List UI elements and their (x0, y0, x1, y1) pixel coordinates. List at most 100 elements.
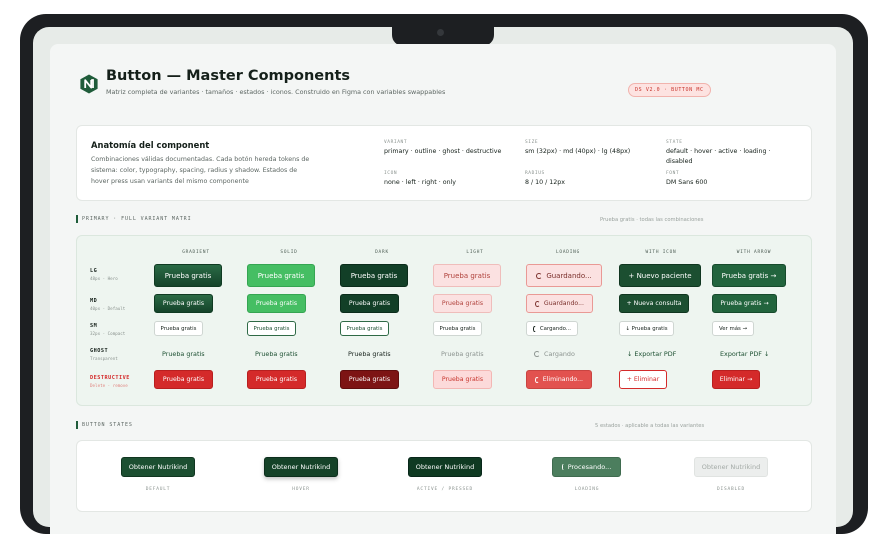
states-heading: BUTTON STATES (82, 422, 133, 428)
state-caption: DISABLED (716, 487, 746, 492)
state-caption: HOVER (292, 487, 310, 492)
camera-notch (392, 24, 494, 46)
prop-label: SIZE (525, 140, 539, 145)
row-sublabel: 32px · Compact (90, 331, 126, 336)
btn-md-solid[interactable]: Prueba gratis (247, 294, 306, 313)
btn-sm-solid[interactable]: Prueba gratis (247, 321, 296, 336)
btn-sm-gradient[interactable]: Prueba gratis (154, 321, 203, 336)
btn-lg-light[interactable]: Prueba gratis (433, 264, 501, 287)
col-gradient: GRADIENT (182, 250, 210, 255)
row-label-md: MD 40px · Default (90, 298, 125, 311)
prop-label: VARIANT (384, 140, 408, 145)
btn-lg-with-arrow[interactable]: Prueba gratis → (712, 264, 786, 287)
prop-value: 8 / 10 / 12px (525, 179, 566, 186)
prop-state: STATE default · hover · active · loading… (666, 140, 776, 166)
btn-lg-dark[interactable]: Prueba gratis (340, 264, 408, 287)
version-badge: DS V2.0 · BUTTON MC (628, 83, 711, 97)
state-default-button[interactable]: Obtener Nutrikind (121, 457, 195, 477)
btn-sm-light[interactable]: Prueba gratis (433, 321, 482, 336)
btn-destructive-with-arrow[interactable]: Eliminar → (712, 370, 760, 389)
btn-destructive-loading[interactable]: Eliminando... (526, 370, 592, 389)
btn-label: Guardando... (543, 300, 584, 307)
anatomy-title: Anatomía del component (91, 140, 210, 150)
btn-sm-with-icon[interactable]: ↓ Prueba gratis (619, 321, 674, 336)
design-canvas: Button — Master Components Matriz comple… (50, 44, 836, 534)
spinner-icon (536, 272, 543, 279)
btn-lg-gradient[interactable]: Prueba gratis (154, 264, 222, 287)
prop-label: RADIUS (525, 171, 545, 176)
col-with-icon: WITH ICON (645, 250, 677, 255)
spinner-icon (535, 300, 540, 307)
btn-sm-dark[interactable]: Prueba gratis (340, 321, 389, 336)
camera-icon (437, 29, 444, 36)
col-dark: DARK (375, 250, 389, 255)
prop-font: FONT DM Sans 600 (666, 171, 776, 188)
btn-ghost-with-icon[interactable]: ↓ Exportar PDF (625, 348, 678, 360)
btn-destructive-light[interactable]: Prueba gratis (433, 370, 492, 389)
btn-lg-loading[interactable]: Guardando... (526, 264, 602, 287)
btn-md-light[interactable]: Prueba gratis (433, 294, 492, 313)
btn-label: Eliminando... (542, 376, 583, 383)
prop-icon: ICON none · left · right · only (384, 171, 519, 188)
state-caption: ACTIVE / PRESSED (416, 487, 474, 492)
prop-value: DM Sans 600 (666, 179, 708, 186)
btn-ghost-loading[interactable]: Cargando (532, 348, 577, 360)
state-caption: DEFAULT (145, 487, 171, 492)
page-title: Button — Master Components (106, 68, 351, 84)
row-label-destructive: DESTRUCTIVE Delete · remove (90, 375, 130, 388)
btn-ghost-solid[interactable]: Prueba gratis (253, 348, 300, 360)
btn-destructive-dark[interactable]: Prueba gratis (340, 370, 399, 389)
btn-destructive-with-icon[interactable]: + Eliminar (619, 370, 667, 389)
spinner-icon (561, 464, 564, 470)
btn-label: Cargando (544, 350, 575, 358)
section-marker (76, 215, 78, 223)
btn-ghost-dark[interactable]: Prueba gratis (346, 348, 393, 360)
btn-md-gradient[interactable]: Prueba gratis (154, 294, 213, 313)
prop-value: default · hover · active · loading · dis… (666, 148, 771, 165)
btn-md-with-arrow[interactable]: Prueba gratis → (712, 294, 777, 313)
prop-size: SIZE sm (32px) · md (40px) · lg (48px) (525, 140, 660, 157)
btn-md-with-icon[interactable]: + Nueva consulta (619, 294, 689, 313)
btn-label: Procesando... (567, 463, 612, 471)
row-label: GHOST (90, 348, 109, 354)
row-label: LG (90, 268, 98, 274)
btn-ghost-light[interactable]: Prueba gratis (439, 348, 486, 360)
btn-ghost-with-arrow[interactable]: Exportar PDF ↓ (718, 348, 771, 360)
prop-variant: VARIANT primary · outline · ghost · dest… (384, 140, 519, 157)
state-active-button[interactable]: Obtener Nutrikind (408, 457, 482, 477)
prop-label: ICON (384, 171, 398, 176)
matrix-note: Prueba gratis · todas las combinaciones (600, 217, 704, 223)
btn-lg-with-icon[interactable]: + Nuevo paciente (619, 264, 701, 287)
btn-destructive-solid[interactable]: Prueba gratis (247, 370, 306, 389)
btn-ghost-gradient[interactable]: Prueba gratis (160, 348, 207, 360)
prop-value: primary · outline · ghost · destructive (384, 148, 502, 155)
btn-lg-solid[interactable]: Prueba gratis (247, 264, 315, 287)
states-note: 5 estados · aplicable a todas las varian… (595, 423, 705, 429)
states-card: Obtener Nutrikind DEFAULT Obtener Nutrik… (76, 440, 812, 512)
col-light: LIGHT (466, 250, 484, 255)
row-label: MD (90, 298, 98, 304)
prop-value: sm (32px) · md (40px) · lg (48px) (525, 148, 631, 155)
spinner-icon (534, 351, 540, 357)
btn-label: Cargando... (539, 325, 571, 332)
state-caption: LOADING (574, 487, 600, 492)
btn-md-loading[interactable]: Guardando... (526, 294, 593, 313)
col-loading: LOADING (555, 250, 581, 255)
row-label-ghost: GHOST Transparent (90, 348, 118, 361)
btn-sm-with-arrow[interactable]: Ver más → (712, 321, 754, 336)
col-solid: SOLID (280, 250, 298, 255)
state-loading-button[interactable]: Procesando... (552, 457, 621, 477)
btn-label: Guardando... (546, 271, 592, 280)
section-marker (76, 421, 78, 429)
btn-sm-loading[interactable]: Cargando... (526, 321, 578, 336)
row-sublabel: Delete · remove (90, 383, 128, 388)
state-hover-button[interactable]: Obtener Nutrikind (264, 457, 338, 477)
col-with-arrow: WITH ARROW (736, 250, 772, 255)
btn-md-dark[interactable]: Prueba gratis (340, 294, 399, 313)
anatomy-description: Combinaciones válidas documentadas. Cada… (91, 156, 310, 185)
spinner-icon (535, 376, 539, 383)
prop-label: FONT (666, 171, 680, 176)
btn-destructive-gradient[interactable]: Prueba gratis (154, 370, 213, 389)
anatomy-card: Anatomía del component Combinaciones vál… (76, 125, 812, 201)
row-label: DESTRUCTIVE (90, 375, 130, 381)
